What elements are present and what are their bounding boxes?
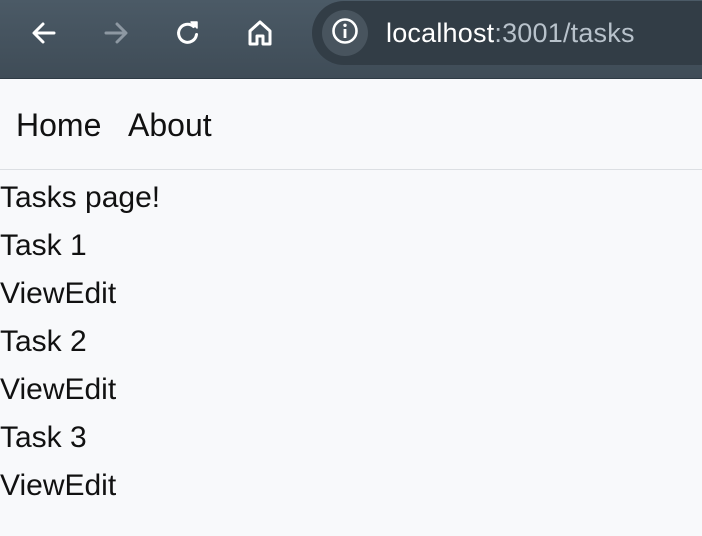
edit-task-link[interactable]: Edit (64, 469, 116, 502)
task-title: Task 2 (0, 325, 87, 358)
site-info-button[interactable] (322, 10, 368, 56)
page-content: Home About Tasks page! Task 1 ViewEdit T… (0, 79, 702, 536)
nav-home-link[interactable]: Home (16, 107, 101, 143)
address-bar[interactable]: localhost:3001/tasks (312, 1, 702, 65)
task-actions: ViewEdit (0, 270, 702, 318)
reload-icon (174, 19, 202, 47)
back-button[interactable] (24, 13, 64, 53)
url-host: localhost (386, 18, 495, 48)
browser-toolbar: localhost:3001/tasks (0, 0, 702, 79)
task-actions: ViewEdit (0, 462, 702, 510)
edit-task-link[interactable]: Edit (64, 277, 116, 310)
view-task-link[interactable]: View (0, 277, 64, 310)
tasks-content: Tasks page! Task 1 ViewEdit Task 2 ViewE… (0, 174, 702, 510)
forward-button[interactable] (96, 13, 136, 53)
task-actions: ViewEdit (0, 366, 702, 414)
task-title: Task 3 (0, 421, 87, 454)
url-text[interactable]: localhost:3001/tasks (386, 18, 635, 48)
arrow-right-icon (102, 19, 130, 47)
task-title: Task 1 (0, 229, 87, 262)
view-task-link[interactable]: View (0, 469, 64, 502)
site-navbar: Home About (0, 79, 702, 170)
arrow-left-icon (30, 19, 58, 47)
view-task-link[interactable]: View (0, 373, 64, 406)
reload-button[interactable] (168, 13, 208, 53)
info-circle-icon (331, 17, 359, 50)
page-title: Tasks page! (0, 181, 161, 214)
edit-task-link[interactable]: Edit (64, 373, 116, 406)
nav-about-link[interactable]: About (128, 107, 212, 143)
url-path: :3001/tasks (494, 18, 635, 48)
home-icon (245, 18, 275, 48)
home-button[interactable] (240, 13, 280, 53)
